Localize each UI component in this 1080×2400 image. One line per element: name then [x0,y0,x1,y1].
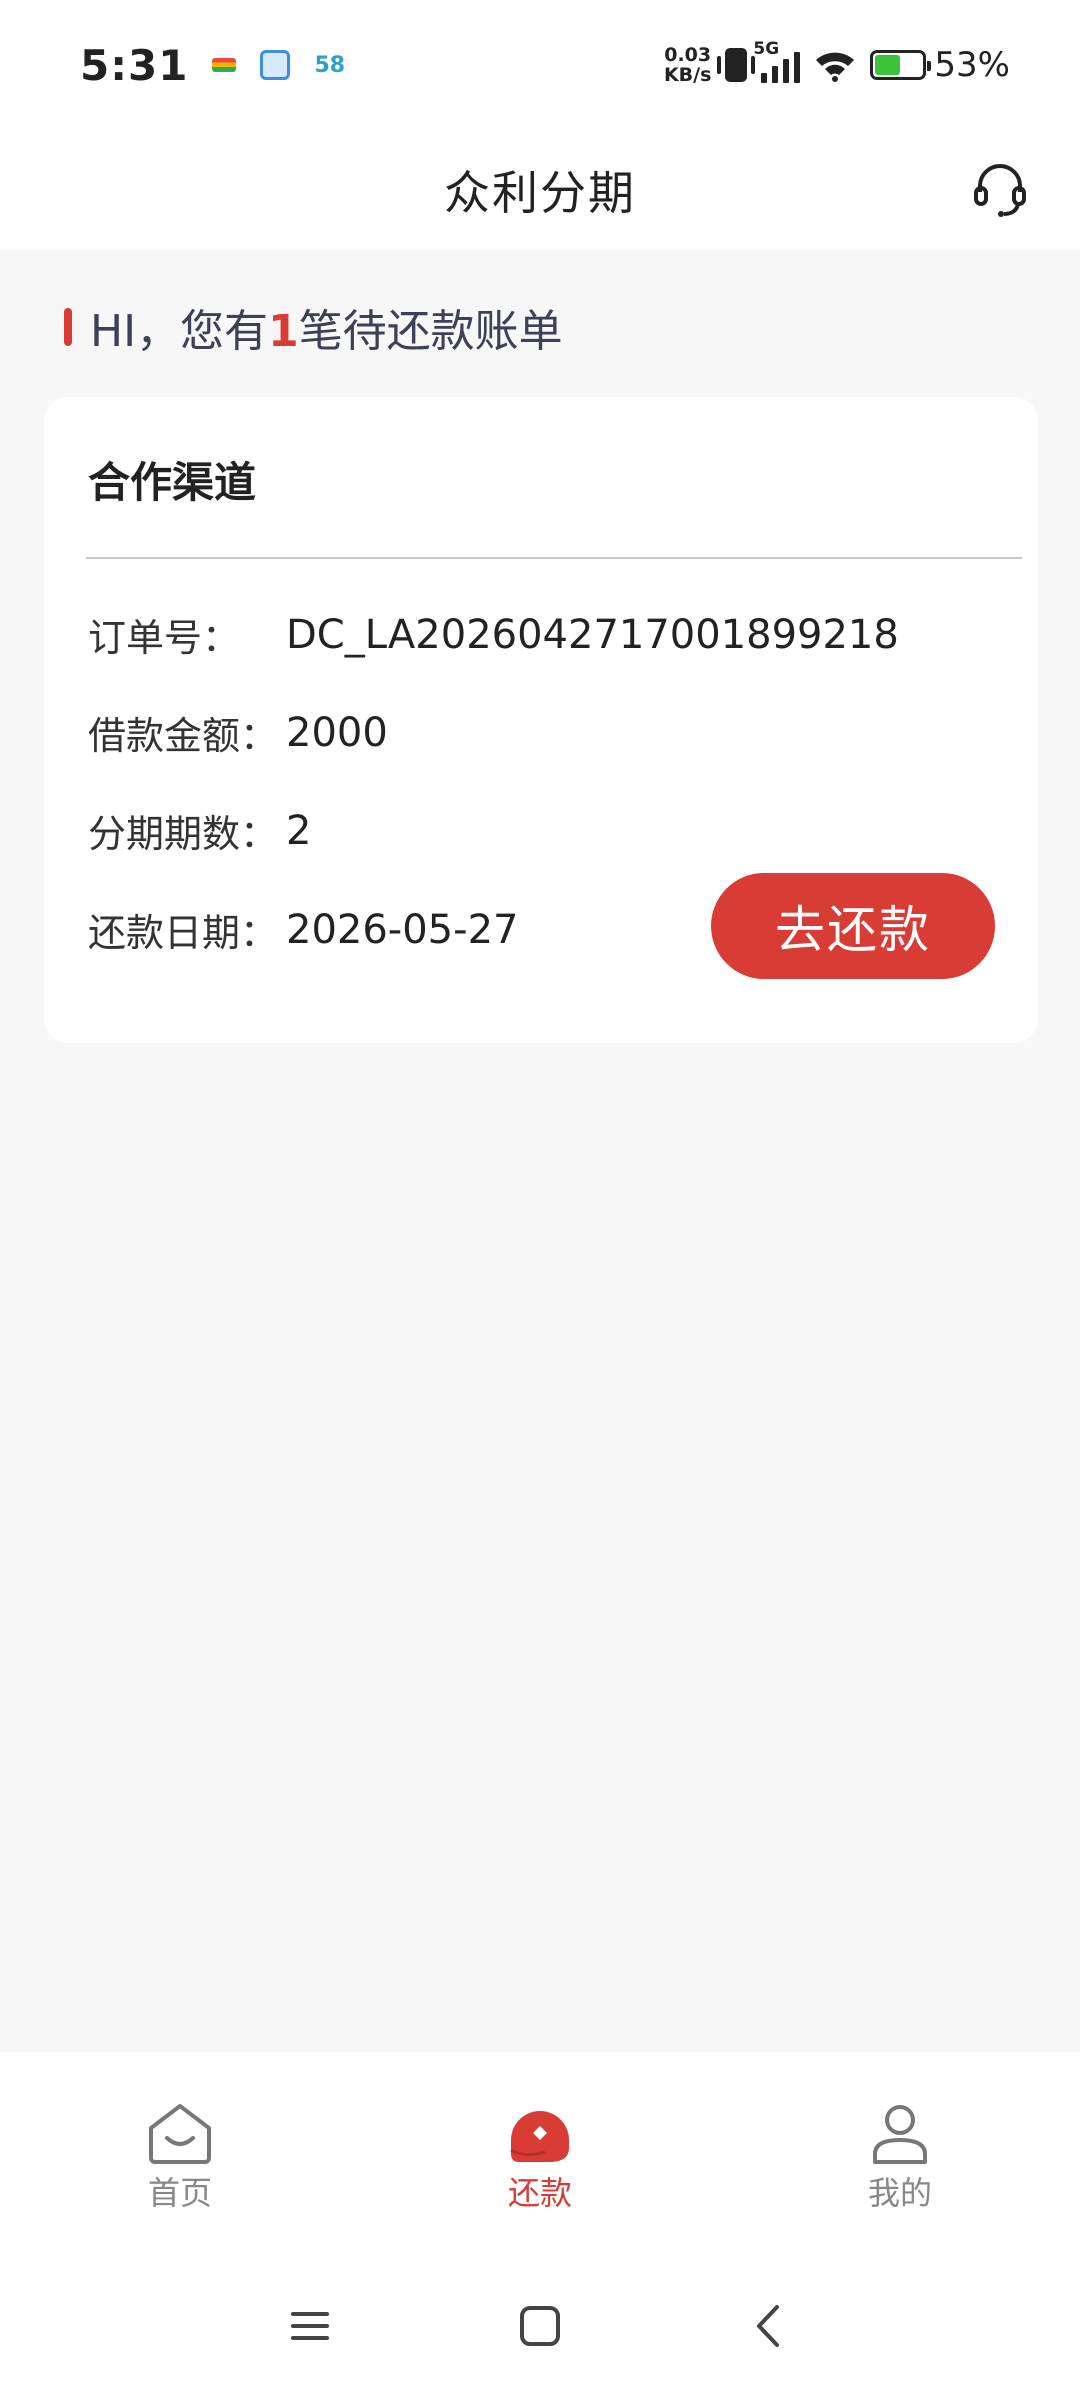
app-header: 众利分期 [0,130,1080,250]
bill-card: 合作渠道 订单号： DC_LA202604271700189​9218 借款金额… [44,397,1038,1043]
loan-amount-value: 2000 [286,709,388,756]
page-title: 众利分期 [444,166,636,220]
channel-title: 合作渠道 [88,458,257,507]
nav-item-home[interactable]: 首页 [0,2052,360,2252]
greeting-text: HI，您有1笔待还款账单 [90,306,563,357]
repay-icon [510,2111,569,2162]
wifi-icon [816,52,855,82]
loan-amount-label: 借款金额： [88,714,279,758]
nav-label-profile: 我的 [867,2174,932,2212]
home-icon [149,2104,211,2164]
nav-item-profile[interactable]: 我的 [720,2052,1080,2252]
repay-date-label: 还款日期： [88,911,279,955]
status-left: 5:31 58 [80,41,345,90]
browser-notification-icon [260,50,291,80]
customer-service-icon[interactable] [968,158,1032,222]
cellular-signal-icon: 5G [753,39,801,83]
profile-icon [873,2105,927,2164]
order-number-row: 订单号： DC_LA202604271700189​9218 [88,607,899,662]
repay-date-value: 2026-05-27 [286,906,519,953]
repay-button[interactable]: 去还款 [711,873,995,979]
58-app-notification-icon: 58 [314,52,346,78]
vibrate-icon [717,48,756,82]
nav-label-repay: 还款 [507,2174,572,2212]
pending-bill-count: 1 [268,306,299,357]
status-time: 5:31 [80,40,189,90]
battery-icon [870,50,932,80]
divider [86,557,1022,559]
battery-indicator: 53% [870,45,1010,85]
battery-percent: 53% [934,45,1010,85]
status-right: 0.03 KB/s 5G 53% [663,39,1010,86]
order-number-label: 订单号： [88,616,241,660]
nav-label-home: 首页 [147,2174,212,2212]
repay-date-row: 还款日期： 2026-05-27 [88,902,518,957]
installments-label: 分期期数： [88,812,279,856]
app-notification-icon [212,58,237,72]
loan-amount-row: 借款金额： 2000 [88,705,388,760]
bottom-nav: 首页 还款 我的 [0,2052,1080,2252]
system-nav-bar [0,2252,1080,2400]
network-type: 5G [753,39,780,59]
home-square-icon[interactable] [515,2301,565,2351]
back-icon[interactable] [745,2301,795,2351]
order-number-value: DC_LA202604271700189​9218 [286,611,899,658]
status-bar: 5:31 58 0.03 KB/s 5G 53% [0,0,1080,130]
installments-row: 分期期数： 2 [88,803,311,858]
accent-bar [64,308,72,346]
menu-icon[interactable] [285,2301,335,2351]
installments-value: 2 [286,807,312,854]
nav-item-repay[interactable]: 还款 [360,2052,720,2252]
pending-bills-greeting: HI，您有1笔待还款账单 [64,295,563,359]
network-speed: 0.03 KB/s [663,44,712,86]
